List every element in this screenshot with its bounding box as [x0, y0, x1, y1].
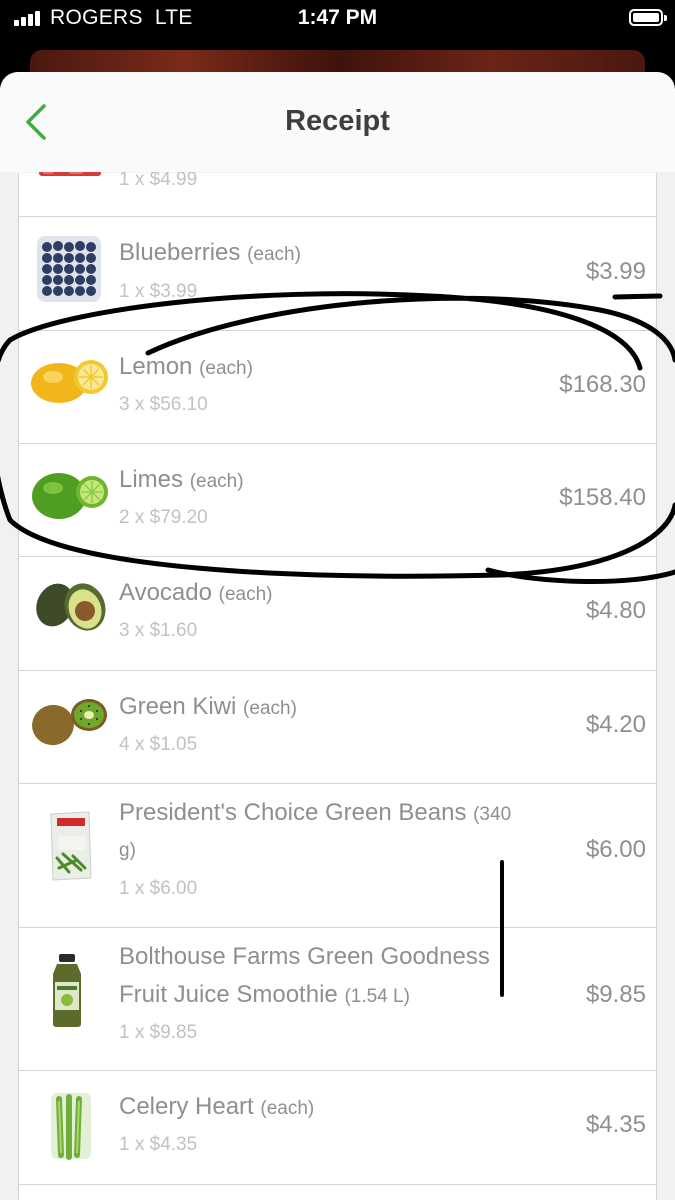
item-quantity: 1 x $3.99: [119, 281, 198, 302]
celery-thumbnail: [29, 1089, 109, 1163]
item-price: $4.35: [585, 1111, 646, 1138]
item-name-line: Blueberries (each): [119, 239, 301, 267]
blueberries-thumbnail: [29, 234, 109, 306]
item-unit: (each): [218, 584, 273, 605]
item-name: Limes: [119, 466, 184, 493]
item-name-line: Limes (each): [119, 466, 244, 494]
item-quantity: 2 x $79.20: [119, 507, 208, 528]
list-item[interactable]: [18, 1185, 657, 1200]
receipt-item-list: 1 x $4.99 Blueberries (each) 1 x $3.99 $…: [18, 166, 657, 1200]
nav-bar: Receipt: [0, 72, 675, 172]
item-quantity: 3 x $56.10: [119, 394, 208, 415]
item-name: Celery Heart: [119, 1093, 254, 1120]
page-title: Receipt: [285, 105, 390, 137]
item-quantity: 1 x $4.99: [119, 169, 198, 190]
list-item[interactable]: Lemon (each) 3 x $56.10 $168.30: [18, 331, 657, 444]
item-name-continued: Fruit Juice Smoothie: [119, 981, 338, 1008]
list-item[interactable]: Celery Heart (each) 1 x $4.35 $4.35: [18, 1071, 657, 1185]
item-name: Avocado: [119, 579, 212, 606]
item-unit: (1.54 L): [344, 986, 410, 1007]
green-beans-thumbnail: [29, 810, 109, 882]
item-name-line: Bolthouse Farms Green Goodness: [119, 943, 490, 971]
item-unit: (each): [189, 471, 244, 492]
item-name: Lemon: [119, 353, 193, 380]
item-price: $168.30: [559, 371, 646, 398]
kiwi-thumbnail: [29, 691, 109, 763]
item-unit: (each): [243, 698, 297, 719]
item-unit-continued: g): [119, 840, 136, 861]
item-quantity: 3 x $1.60: [119, 620, 198, 641]
item-price: $4.20: [585, 711, 646, 738]
list-item[interactable]: Green Kiwi (each) 4 x $1.05 $4.20: [18, 671, 657, 784]
item-quantity: 1 x $4.35: [119, 1134, 198, 1155]
item-price: $4.80: [585, 597, 646, 624]
avocado-thumbnail: [29, 577, 109, 649]
item-name: Blueberries: [119, 239, 241, 266]
status-time: 1:47 PM: [297, 6, 378, 29]
item-unit: (each): [247, 244, 301, 265]
item-name-line: Celery Heart (each): [119, 1093, 314, 1121]
item-price: $9.85: [585, 981, 646, 1008]
item-price: $3.99: [585, 258, 646, 285]
battery-icon: [629, 9, 667, 26]
item-unit: (340: [473, 804, 512, 825]
item-name: President's Choice Green Beans: [119, 799, 467, 826]
item-price: $6.00: [585, 836, 646, 863]
item-name-line: Lemon (each): [119, 353, 253, 381]
item-unit: (each): [260, 1098, 315, 1119]
list-item[interactable]: 1 x $4.99: [18, 166, 657, 217]
lemon-thumbnail: [29, 351, 109, 423]
list-item[interactable]: President's Choice Green Beans (340 g) 1…: [18, 784, 657, 928]
item-name-line: President's Choice Green Beans (340: [119, 799, 511, 827]
list-item[interactable]: Limes (each) 2 x $79.20 $158.40: [18, 444, 657, 557]
item-quantity: 4 x $1.05: [119, 734, 198, 755]
item-unit: (each): [199, 358, 253, 379]
item-name-line-2: Fruit Juice Smoothie (1.54 L): [119, 981, 410, 1009]
list-item[interactable]: Bolthouse Farms Green Goodness Fruit Jui…: [18, 928, 657, 1071]
smoothie-bottle-thumbnail: [29, 954, 109, 1028]
receipt-sheet: Receipt 1 x $4.99 Blueberries (each) 1 x…: [0, 72, 675, 1200]
limes-thumbnail: [29, 464, 109, 536]
item-quantity: 1 x $9.85: [119, 1022, 198, 1043]
item-price: $158.40: [559, 484, 646, 511]
list-item[interactable]: Blueberries (each) 1 x $3.99 $3.99: [18, 217, 657, 331]
item-name-line: Avocado (each): [119, 579, 273, 607]
item-name: Green Kiwi: [119, 693, 237, 720]
item-name: Bolthouse Farms Green Goodness: [119, 943, 490, 970]
item-name-line: Green Kiwi (each): [119, 693, 297, 721]
item-quantity: 1 x $6.00: [119, 878, 198, 899]
list-item[interactable]: Avocado (each) 3 x $1.60 $4.80: [18, 557, 657, 671]
status-bar: ROGERS LTE 1:47 PM: [0, 0, 675, 40]
